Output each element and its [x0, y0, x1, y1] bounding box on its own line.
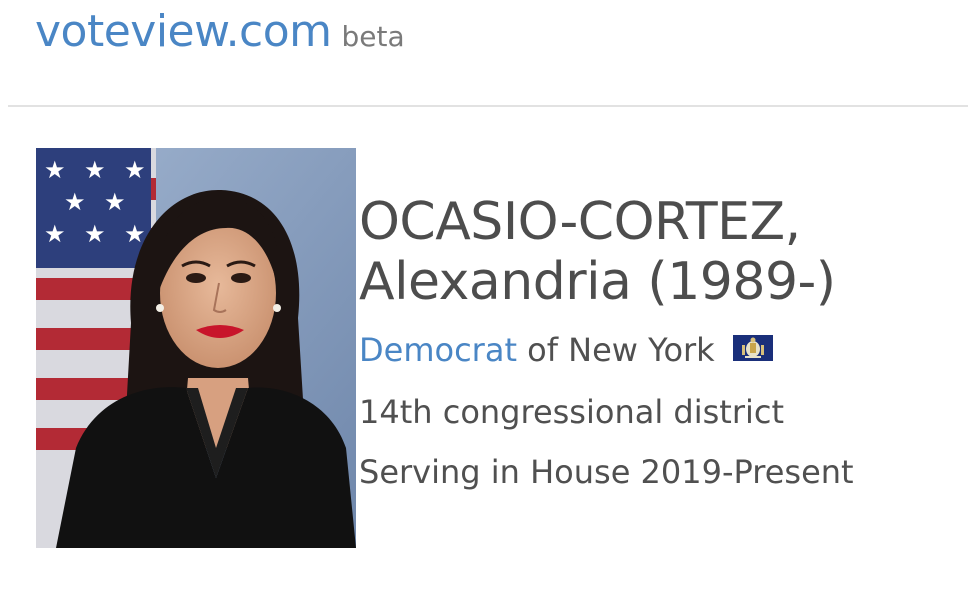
svg-text:★: ★ — [124, 220, 146, 248]
state-text: of New York — [527, 331, 715, 369]
member-name-line1: OCASIO-CORTEZ, — [359, 192, 801, 252]
svg-text:★: ★ — [104, 188, 126, 216]
district-text: 14th congressional district — [359, 393, 784, 431]
member-name: OCASIO-CORTEZ, Alexandria (1989-) — [359, 192, 968, 312]
new-york-state-flag-icon — [732, 330, 773, 370]
svg-text:★: ★ — [84, 220, 106, 248]
site-logo-link[interactable]: voteview.com — [35, 6, 332, 57]
svg-text:★: ★ — [44, 220, 66, 248]
beta-badge: beta — [341, 20, 405, 53]
svg-text:★: ★ — [124, 156, 146, 184]
member-name-line2: Alexandria (1989-) — [359, 252, 836, 312]
party-link[interactable]: Democrat — [359, 331, 517, 369]
svg-text:★: ★ — [84, 156, 106, 184]
svg-text:★: ★ — [64, 188, 86, 216]
member-info: OCASIO-CORTEZ, Alexandria (1989-) Democr… — [359, 192, 968, 492]
member-photo: ★ ★ ★ ★ ★ ★ ★ ★ — [36, 148, 356, 548]
service-text: Serving in House 2019-Present — [359, 453, 854, 491]
svg-text:★: ★ — [44, 156, 66, 184]
party-state-line: Democrat of New York — [359, 330, 968, 372]
site-header: voteview.com beta — [35, 6, 405, 66]
header-divider — [8, 105, 968, 107]
